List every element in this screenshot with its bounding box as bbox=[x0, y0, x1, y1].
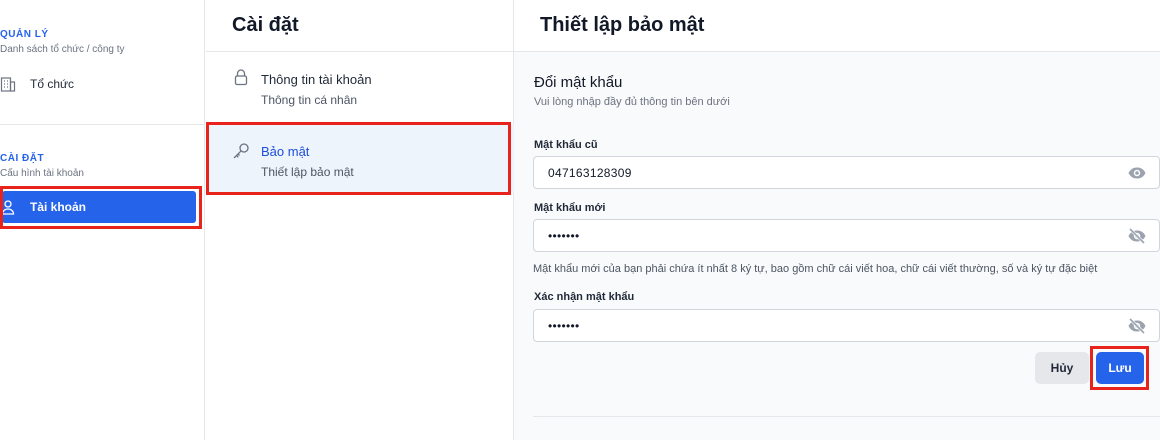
divider bbox=[0, 124, 205, 125]
menu-item-sublabel: Thông tin cá nhân bbox=[261, 93, 358, 107]
menu-item-account-info[interactable]: Thông tin tài khoản Thông tin cá nhân bbox=[206, 54, 514, 122]
building-icon bbox=[0, 76, 16, 92]
menu-item-sublabel: Thiết lập bảo mật bbox=[261, 165, 354, 179]
page-title: Cài đặt bbox=[206, 0, 513, 52]
cancel-button[interactable]: Hủy bbox=[1035, 352, 1089, 384]
confirm-password-field[interactable]: ••••••• bbox=[533, 309, 1160, 342]
menu-item-label: Bảo mật bbox=[261, 144, 310, 159]
sidebar-item-label: Tổ chức bbox=[30, 77, 75, 91]
sidebar: QUẢN LÝ Danh sách tổ chức / công ty Tổ c… bbox=[0, 0, 205, 440]
panel-title: Thiết lập bảo mật bbox=[514, 0, 1160, 52]
section-subtitle-settings: Cấu hình tài khoản bbox=[0, 168, 84, 179]
section-subtitle-management: Danh sách tổ chức / công ty bbox=[0, 44, 125, 55]
section-title-settings: CÀI ĐẶT bbox=[0, 153, 45, 164]
new-password-label: Mật khẩu mới bbox=[534, 202, 606, 214]
save-button[interactable]: Lưu bbox=[1096, 352, 1144, 384]
menu-item-label: Thông tin tài khoản bbox=[261, 72, 372, 87]
eye-off-icon[interactable] bbox=[1127, 317, 1147, 335]
sidebar-item-account[interactable]: Tài khoản bbox=[0, 191, 196, 223]
form-title: Đổi mật khẩu bbox=[534, 74, 623, 91]
eye-off-icon[interactable] bbox=[1127, 227, 1147, 245]
confirm-password-label: Xác nhận mật khẩu bbox=[534, 291, 635, 303]
new-password-value: ••••••• bbox=[548, 228, 580, 243]
confirm-password-value: ••••••• bbox=[548, 318, 580, 333]
menu-item-security[interactable]: Bảo mật Thiết lập bảo mật bbox=[206, 125, 514, 193]
lock-icon bbox=[232, 68, 250, 86]
password-hint: Mật khẩu mới của bạn phải chứa ít nhất 8… bbox=[533, 263, 1098, 275]
user-icon bbox=[0, 199, 16, 215]
eye-icon[interactable] bbox=[1127, 164, 1147, 182]
section-title-management: QUẢN LÝ bbox=[0, 29, 49, 40]
old-password-label: Mật khẩu cũ bbox=[534, 139, 598, 151]
old-password-field[interactable]: 047163128309 bbox=[533, 156, 1160, 189]
settings-menu: Cài đặt Thông tin tài khoản Thông tin cá… bbox=[206, 0, 514, 440]
sidebar-item-label: Tài khoản bbox=[30, 200, 87, 214]
old-password-value: 047163128309 bbox=[548, 165, 632, 180]
form-subtitle: Vui lòng nhập đầy đủ thông tin bên dưới bbox=[534, 96, 730, 108]
new-password-field[interactable]: ••••••• bbox=[533, 219, 1160, 252]
security-panel: Thiết lập bảo mật Đổi mật khẩu Vui lòng … bbox=[514, 0, 1160, 440]
key-icon bbox=[232, 142, 250, 160]
sidebar-item-organization[interactable]: Tổ chức bbox=[0, 74, 74, 94]
divider bbox=[533, 416, 1160, 417]
